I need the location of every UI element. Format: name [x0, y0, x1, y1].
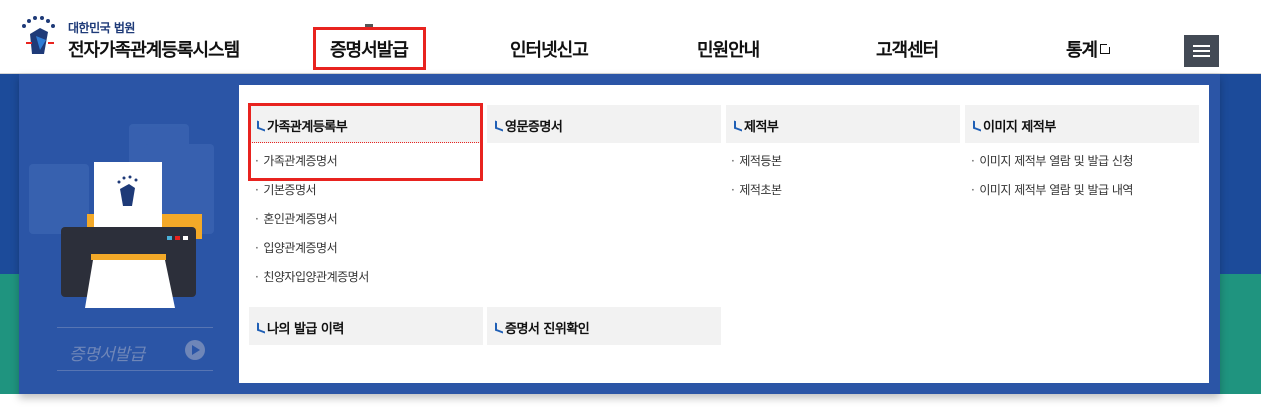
menu-header-image-removed-register[interactable]: 이미지 제적부	[965, 105, 1199, 143]
menu-header-removed-register-label: 제적부	[744, 120, 779, 135]
menu-header-removed-register[interactable]: 제적부	[726, 105, 960, 143]
menu-header-my-issue-history[interactable]: 나의 발급 이력	[249, 307, 483, 345]
menu-header-image-removed-register-label: 이미지 제적부	[983, 120, 1056, 135]
menu-highlight-box	[248, 103, 483, 181]
menu-header-my-issue-history-label: 나의 발급 이력	[267, 322, 344, 337]
play-circle-icon	[185, 340, 205, 360]
menu-header-english-certificate[interactable]: 영문증명서	[487, 105, 721, 143]
menu-item-adoption-cert[interactable]: 입양관계증명서	[255, 239, 337, 256]
menu-header-english-certificate-label: 영문증명서	[505, 120, 563, 135]
menu-item-removed-full-copy[interactable]: 제적등본	[731, 152, 782, 169]
menu-item-image-register-request[interactable]: 이미지 제적부 열람 및 발급 신청	[971, 152, 1133, 169]
nav-item-certificate[interactable]: 증명서발급	[330, 36, 409, 62]
external-link-icon	[1100, 42, 1113, 54]
logo-subtitle: 대한민국 법원	[68, 21, 135, 35]
court-emblem-icon	[22, 16, 55, 54]
hamburger-line	[1193, 50, 1210, 52]
certificate-issue-button[interactable]: 증명서발급	[57, 327, 213, 371]
nav-item-statistics-label: 통계	[1066, 40, 1098, 61]
nav-item-internet-report[interactable]: 인터넷신고	[510, 36, 589, 62]
menu-item-full-adoption-cert[interactable]: 친양자입양관계증명서	[255, 268, 369, 285]
mega-menu-panel: 증명서발급 가족관계등록부 영문증명서 제적부 이미지 제적부 가족관계증명서 …	[19, 74, 1220, 394]
page-bottom	[0, 394, 1261, 418]
nav-item-statistics[interactable]: 통계	[1066, 36, 1113, 62]
hamburger-line	[1193, 45, 1210, 47]
hamburger-line	[1193, 55, 1210, 57]
menu-header-cert-verification-label: 증명서 진위확인	[505, 322, 590, 337]
logo-title: 전자가족관계등록시스템	[68, 40, 240, 61]
menu-header-cert-verification[interactable]: 증명서 진위확인	[487, 307, 721, 345]
nav-item-customer-center[interactable]: 고객센터	[876, 36, 939, 62]
site-header: 대한민국 법원 전자가족관계등록시스템 증명서발급 인터넷신고 민원안내 고객센…	[0, 0, 1261, 74]
menu-item-basic-cert[interactable]: 기본증명서	[255, 181, 316, 198]
certificate-issue-label: 증명서발급	[69, 345, 145, 365]
site-logo[interactable]: 대한민국 법원 전자가족관계등록시스템	[18, 14, 258, 62]
menu-item-removed-abstract[interactable]: 제적초본	[731, 181, 782, 198]
menu-item-image-register-history[interactable]: 이미지 제적부 열람 및 발급 내역	[971, 181, 1133, 198]
hamburger-menu-button[interactable]	[1184, 35, 1219, 67]
menu-content: 가족관계등록부 영문증명서 제적부 이미지 제적부 가족관계증명서 기본증명서 …	[239, 85, 1209, 383]
menu-item-marriage-cert[interactable]: 혼인관계증명서	[255, 210, 337, 227]
nav-item-civil-guide[interactable]: 민원안내	[697, 36, 760, 62]
